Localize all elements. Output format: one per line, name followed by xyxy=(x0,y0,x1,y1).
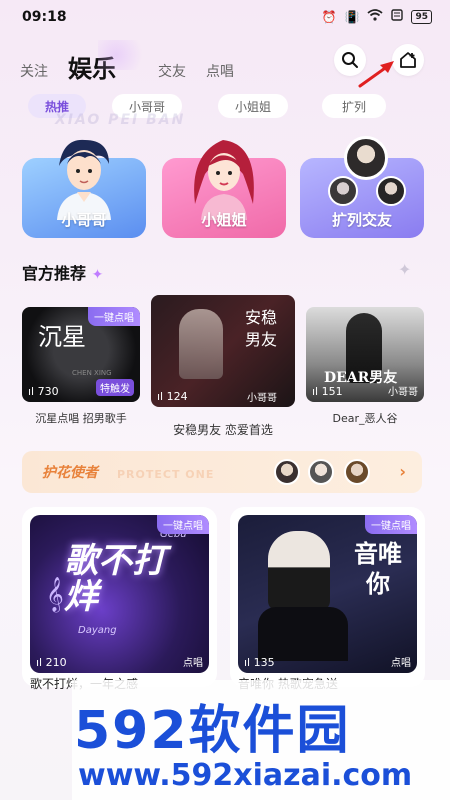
listener-count: ıl 210 xyxy=(36,656,67,669)
listener-count: ıl 135 xyxy=(244,656,275,669)
listener-count: ıl 730 xyxy=(28,385,59,398)
recommend-card-1[interactable]: 沉星 CHEN XING 一键点唱 ıl 730 特触发 xyxy=(22,307,140,402)
avatar xyxy=(274,459,300,485)
recommend-cover-subtitle: 小哥哥 xyxy=(388,387,418,398)
recommend-title-3[interactable]: Dear_恶人谷 xyxy=(306,410,424,426)
avatar xyxy=(308,459,334,485)
song-cover-title: 音唯你 xyxy=(354,540,402,598)
category-label-make-friends: 扩列交友 xyxy=(331,211,392,229)
section-title-text: 官方推荐 xyxy=(22,264,87,283)
song-cover: 歌不打烊 Gebu Dayang 𝄞 一键点唱 ıl 210 点唱 xyxy=(30,515,209,673)
sparkle-decoration-icon: ✦ xyxy=(398,260,412,279)
category-label-girls: 小姐姐 xyxy=(201,211,247,229)
one-click-song-badge: 一键点唱 xyxy=(88,307,140,326)
chip-make-friends[interactable]: 扩列 xyxy=(322,94,386,118)
banner-ghost-text: PROTECT ONE xyxy=(117,468,215,481)
category-card-boys[interactable]: 小哥哥 xyxy=(22,139,146,238)
category-card-girls[interactable]: 小姐姐 xyxy=(162,140,286,238)
person-silhouette xyxy=(268,531,330,611)
tab-friends[interactable]: 交友 xyxy=(158,61,186,81)
guardian-banner[interactable]: 护花使者 PROTECT ONE › xyxy=(22,451,422,493)
wifi-icon xyxy=(367,9,384,24)
signal-icon: ıl xyxy=(312,385,319,398)
song-cover-en-2: Dayang xyxy=(78,625,117,636)
song-card-1[interactable]: 歌不打烊 Gebu Dayang 𝄞 一键点唱 ıl 210 点唱 歌不打烊，一… xyxy=(22,507,217,691)
recommend-cover-subtitle: CHEN XING xyxy=(72,369,112,377)
avatar xyxy=(376,176,406,206)
status-icons: ⏰ 📳 95 xyxy=(322,9,432,24)
recommend-card-3[interactable]: DEAR男友 小哥哥 ıl 151 xyxy=(306,307,424,402)
signal-icon: ıl xyxy=(36,656,43,669)
chip-girls[interactable]: 小姐姐 xyxy=(218,94,288,118)
alarm-icon: ⏰ xyxy=(321,9,337,24)
avatar xyxy=(344,459,370,485)
watermark-url: www.592xiazai.com xyxy=(78,758,413,793)
song-cover-title: 歌不打烊 xyxy=(64,541,166,617)
song-cover: 音唯你 一键点唱 ıl 135 点唱 xyxy=(238,515,417,673)
signal-icon: ıl xyxy=(28,385,35,398)
treble-clef-icon: 𝄞 xyxy=(46,577,64,612)
song-card-2[interactable]: 音唯你 一键点唱 ıl 135 点唱 音唯你 热歌宠急送 xyxy=(230,507,425,691)
recommend-cover-title: DEAR男友 xyxy=(324,370,398,386)
battery-icon: 95 xyxy=(411,9,432,24)
chevron-right-icon: › xyxy=(399,462,406,481)
vibrate-icon: 📳 xyxy=(344,9,360,24)
listener-count: ıl 151 xyxy=(312,385,343,398)
status-time: 09:18 xyxy=(22,9,67,25)
recommend-cover-title: 安稳男友 xyxy=(245,308,278,349)
recommend-cover-subtitle: 小哥哥 xyxy=(247,393,277,404)
avatar xyxy=(344,136,388,180)
person-body xyxy=(258,607,348,661)
sparkle-icon: ✦ xyxy=(91,267,104,283)
recommend-title-2[interactable]: 安稳男友 恋爱首选 xyxy=(151,421,295,438)
recommend-card-2[interactable]: 安稳男友 小哥哥 ıl 124 xyxy=(151,295,295,407)
boy-illustration-icon xyxy=(57,139,111,220)
recommend-title-1[interactable]: 沉星点唱 招男歌手 xyxy=(22,410,140,426)
signal-icon: ıl xyxy=(244,656,251,669)
tab-active-glow xyxy=(98,40,158,70)
category-label-boys: 小哥哥 xyxy=(61,211,107,229)
one-click-song-badge: 一键点唱 xyxy=(365,515,417,534)
avatar xyxy=(328,176,358,206)
recommend-cover-title: 沉星 xyxy=(38,323,86,351)
one-click-song-badge: 一键点唱 xyxy=(157,515,209,534)
girl-illustration-icon xyxy=(194,140,254,220)
background-watermark-text: XIAO PEI BAN xyxy=(55,112,186,128)
home-plus-icon xyxy=(400,52,416,68)
section-title: 官方推荐 ✦ xyxy=(22,260,103,284)
banner-title: 护花使者 xyxy=(42,465,98,481)
signal-icon: ıl xyxy=(157,390,164,403)
person-silhouette xyxy=(179,309,223,379)
song-tag: 点唱 xyxy=(183,658,203,669)
tab-song-request[interactable]: 点唱 xyxy=(206,61,234,81)
watermark-brand: 592软件园 xyxy=(74,701,351,761)
site-watermark: 592软件园 www.592xiazai.com xyxy=(72,680,450,800)
annotation-arrow-icon xyxy=(358,61,394,88)
song-tag: 点唱 xyxy=(391,658,411,669)
recommend-tag: 特触发 xyxy=(96,379,134,396)
tab-follow[interactable]: 关注 xyxy=(20,61,48,81)
sim-icon xyxy=(391,9,404,24)
category-card-make-friends[interactable]: 扩列交友 xyxy=(300,136,424,238)
listener-count: ıl 124 xyxy=(157,390,188,403)
